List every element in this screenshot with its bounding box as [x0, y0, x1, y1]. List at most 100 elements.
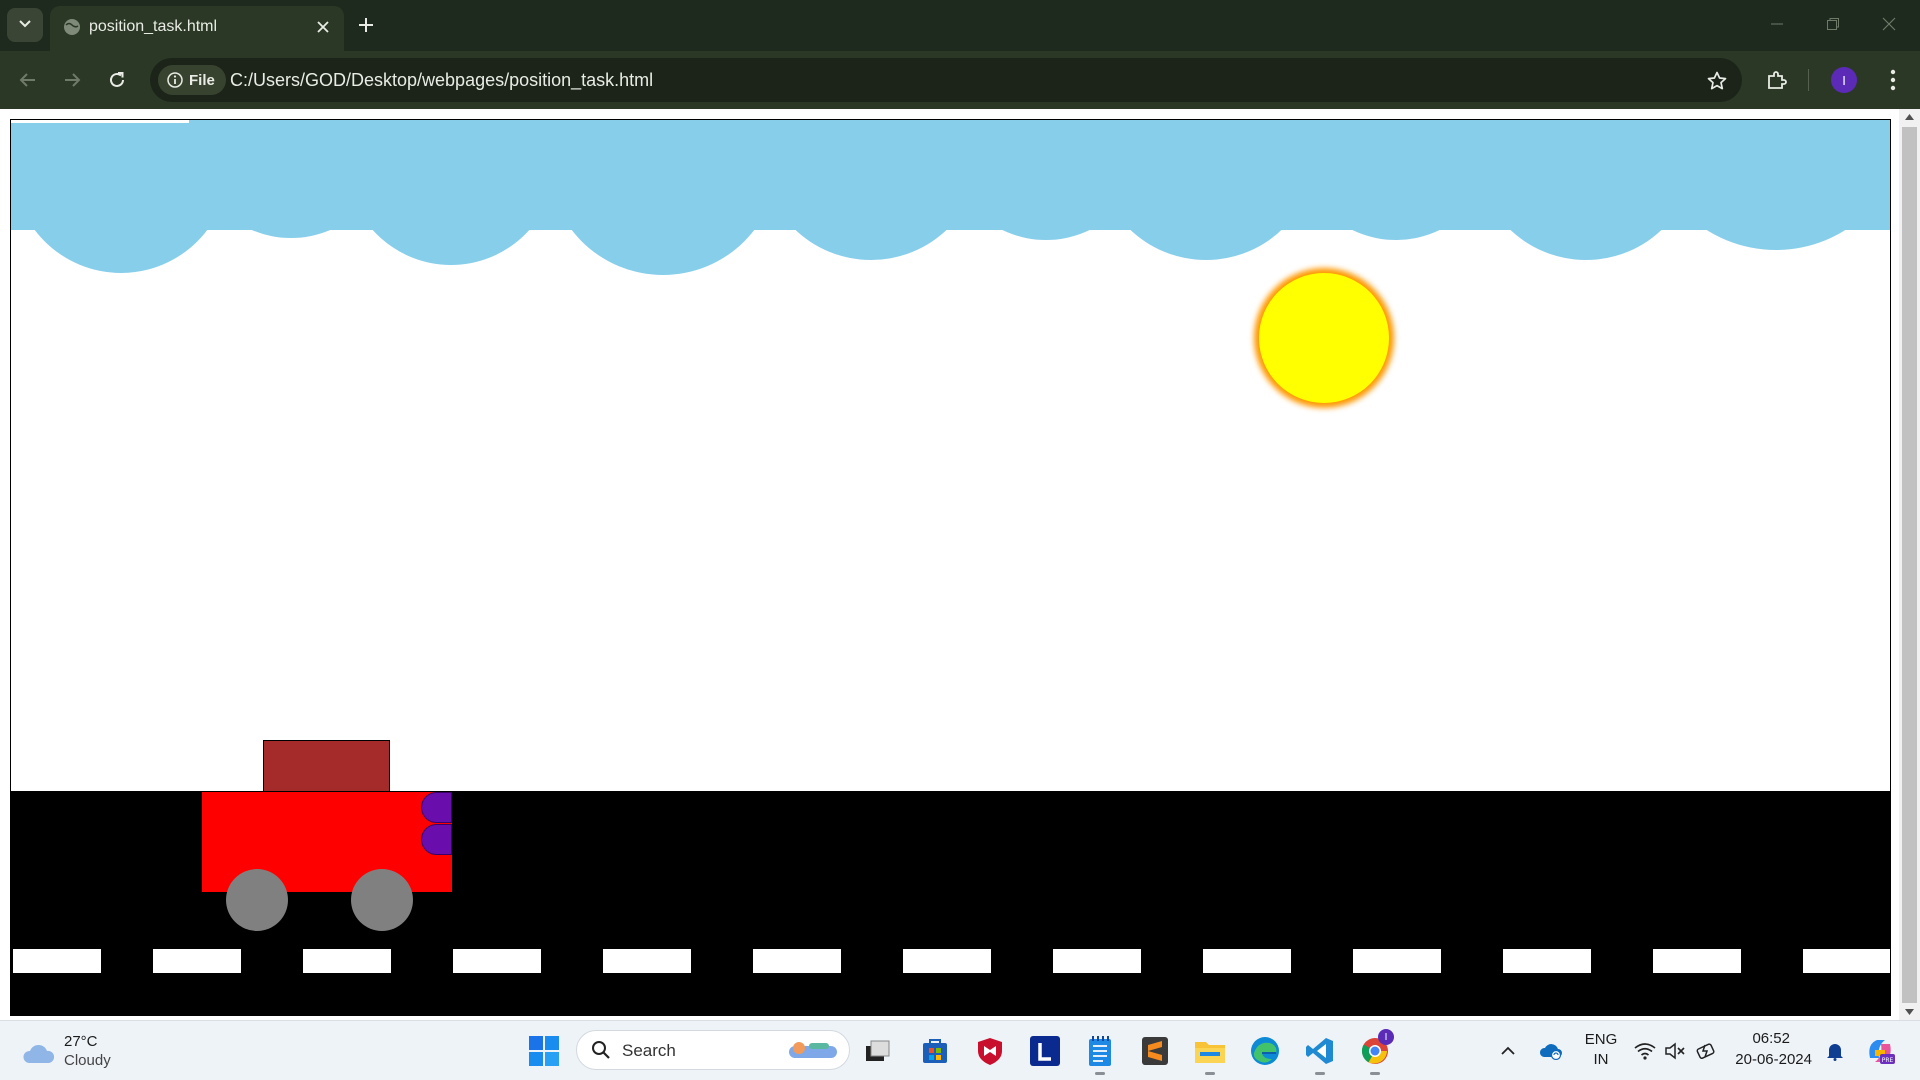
copilot-icon: PRE [1869, 1040, 1895, 1064]
clock-date[interactable]: 20-06-2024 [1728, 1051, 1812, 1068]
svg-text:PRE: PRE [1882, 1057, 1894, 1064]
road-stripe [753, 949, 841, 973]
minimize-button[interactable] [1754, 7, 1800, 41]
shield-icon [978, 1038, 1002, 1065]
sublime-icon [1142, 1037, 1168, 1065]
battery-status[interactable] [1694, 1033, 1720, 1069]
scroll-down-button[interactable] [1899, 1004, 1920, 1020]
road-stripe [603, 949, 691, 973]
restore-icon [1827, 18, 1839, 30]
chrome-app[interactable]: I [1357, 1029, 1394, 1075]
kebab-menu-icon [1890, 69, 1896, 91]
minimize-icon [1771, 23, 1783, 25]
show-hidden-icons-button[interactable] [1494, 1033, 1522, 1069]
speaker-muted-icon [1665, 1042, 1685, 1060]
edge-icon [1251, 1037, 1279, 1065]
sublime-text-app[interactable] [1137, 1033, 1173, 1069]
puzzle-icon [1768, 71, 1787, 89]
car-headlight-bottom [421, 824, 452, 855]
car-headlight-top [421, 792, 452, 823]
weather-temperature: 27°C [64, 1033, 98, 1050]
arrow-left-icon [19, 73, 35, 87]
weather-description: Cloudy [64, 1052, 111, 1069]
taskbar-search[interactable]: Search [576, 1030, 850, 1070]
running-indicator [1315, 1072, 1325, 1075]
toolbar-divider [1808, 69, 1809, 91]
triangle-up-icon [1905, 114, 1914, 120]
task-view-button[interactable] [860, 1033, 896, 1069]
bell-icon [1827, 1044, 1843, 1061]
road-stripe [1503, 949, 1591, 973]
notifications-button[interactable] [1820, 1033, 1850, 1069]
close-window-button[interactable] [1866, 7, 1912, 41]
browser-menu-button[interactable] [1876, 63, 1910, 97]
copilot-button[interactable]: PRE [1860, 1033, 1900, 1069]
extensions-button[interactable] [1760, 63, 1794, 97]
start-button[interactable] [528, 1035, 560, 1067]
vscode-icon [1306, 1038, 1333, 1064]
sky-clouds [11, 120, 1890, 275]
volume-status[interactable] [1662, 1033, 1688, 1069]
notepad-icon [1089, 1036, 1111, 1066]
windows-taskbar: 27°C Cloudy Search I ENG IN 06:52 20-06-… [0, 1020, 1920, 1080]
new-tab-button[interactable] [352, 11, 380, 39]
road-stripe [453, 949, 541, 973]
onedrive-sync-button[interactable] [1536, 1033, 1566, 1069]
site-chip-label: File [189, 71, 215, 89]
clock-time[interactable]: 06:52 [1730, 1030, 1790, 1047]
weather-widget[interactable]: 27°C Cloudy [20, 1031, 130, 1073]
cloud-icon [23, 1044, 55, 1063]
site-info-chip[interactable]: File [158, 65, 226, 95]
tab-search-button[interactable] [7, 8, 43, 42]
running-indicator [1205, 1072, 1215, 1075]
battery-charging-icon [1696, 1043, 1715, 1060]
road-stripe [153, 949, 241, 973]
edge-app[interactable] [1247, 1033, 1283, 1069]
running-indicator [1095, 1072, 1105, 1075]
language-indicator[interactable]: ENG [1583, 1031, 1619, 1048]
vscode-app[interactable] [1302, 1033, 1338, 1075]
road-stripe [13, 949, 101, 973]
restore-button[interactable] [1810, 7, 1856, 41]
profile-button[interactable]: I [1827, 63, 1861, 97]
close-icon [317, 21, 329, 33]
avatar: I [1831, 67, 1857, 93]
windows-logo-icon [529, 1036, 559, 1066]
notepad-app[interactable] [1082, 1033, 1118, 1075]
l-app[interactable] [1027, 1033, 1063, 1069]
chevron-up-icon [1501, 1046, 1515, 1055]
chrome-profile-badge: I [1378, 1029, 1394, 1045]
search-label: Search [622, 1041, 676, 1060]
letter-l-icon [1030, 1036, 1060, 1066]
wifi-status[interactable] [1632, 1033, 1658, 1069]
reload-button[interactable] [100, 63, 134, 97]
vertical-scrollbar[interactable] [1899, 109, 1920, 1020]
tab-strip: position_task.html [0, 0, 1920, 51]
address-bar[interactable]: File C:/Users/GOD/Desktop/webpages/posit… [150, 58, 1742, 102]
wifi-icon [1634, 1043, 1656, 1060]
region-indicator[interactable]: IN [1583, 1051, 1619, 1068]
forward-button[interactable] [55, 63, 89, 97]
road-stripe [1803, 949, 1890, 973]
mcafee-app[interactable] [972, 1033, 1008, 1069]
active-tab[interactable]: position_task.html [50, 6, 344, 51]
browser-toolbar: File C:/Users/GOD/Desktop/webpages/posit… [0, 51, 1920, 109]
url-text[interactable]: C:/Users/GOD/Desktop/webpages/position_t… [230, 70, 653, 91]
car-cabin [263, 740, 390, 792]
store-icon [923, 1039, 947, 1063]
folder-icon [1195, 1042, 1225, 1063]
tab-title: position_task.html [89, 18, 218, 35]
file-explorer-app[interactable] [1192, 1033, 1228, 1075]
road-stripe [1053, 949, 1141, 973]
cloud-sync-icon [1539, 1044, 1562, 1060]
car-wheel-rear [226, 869, 288, 931]
car-wheel-front [351, 869, 413, 931]
close-tab-button[interactable] [311, 15, 335, 39]
bookmark-button[interactable] [1704, 68, 1730, 94]
scroll-thumb[interactable] [1902, 127, 1917, 1003]
back-button[interactable] [11, 63, 45, 97]
scroll-up-button[interactable] [1899, 109, 1920, 125]
chevron-down-icon [18, 16, 32, 35]
store-app[interactable] [917, 1033, 953, 1069]
sun [1259, 273, 1389, 403]
